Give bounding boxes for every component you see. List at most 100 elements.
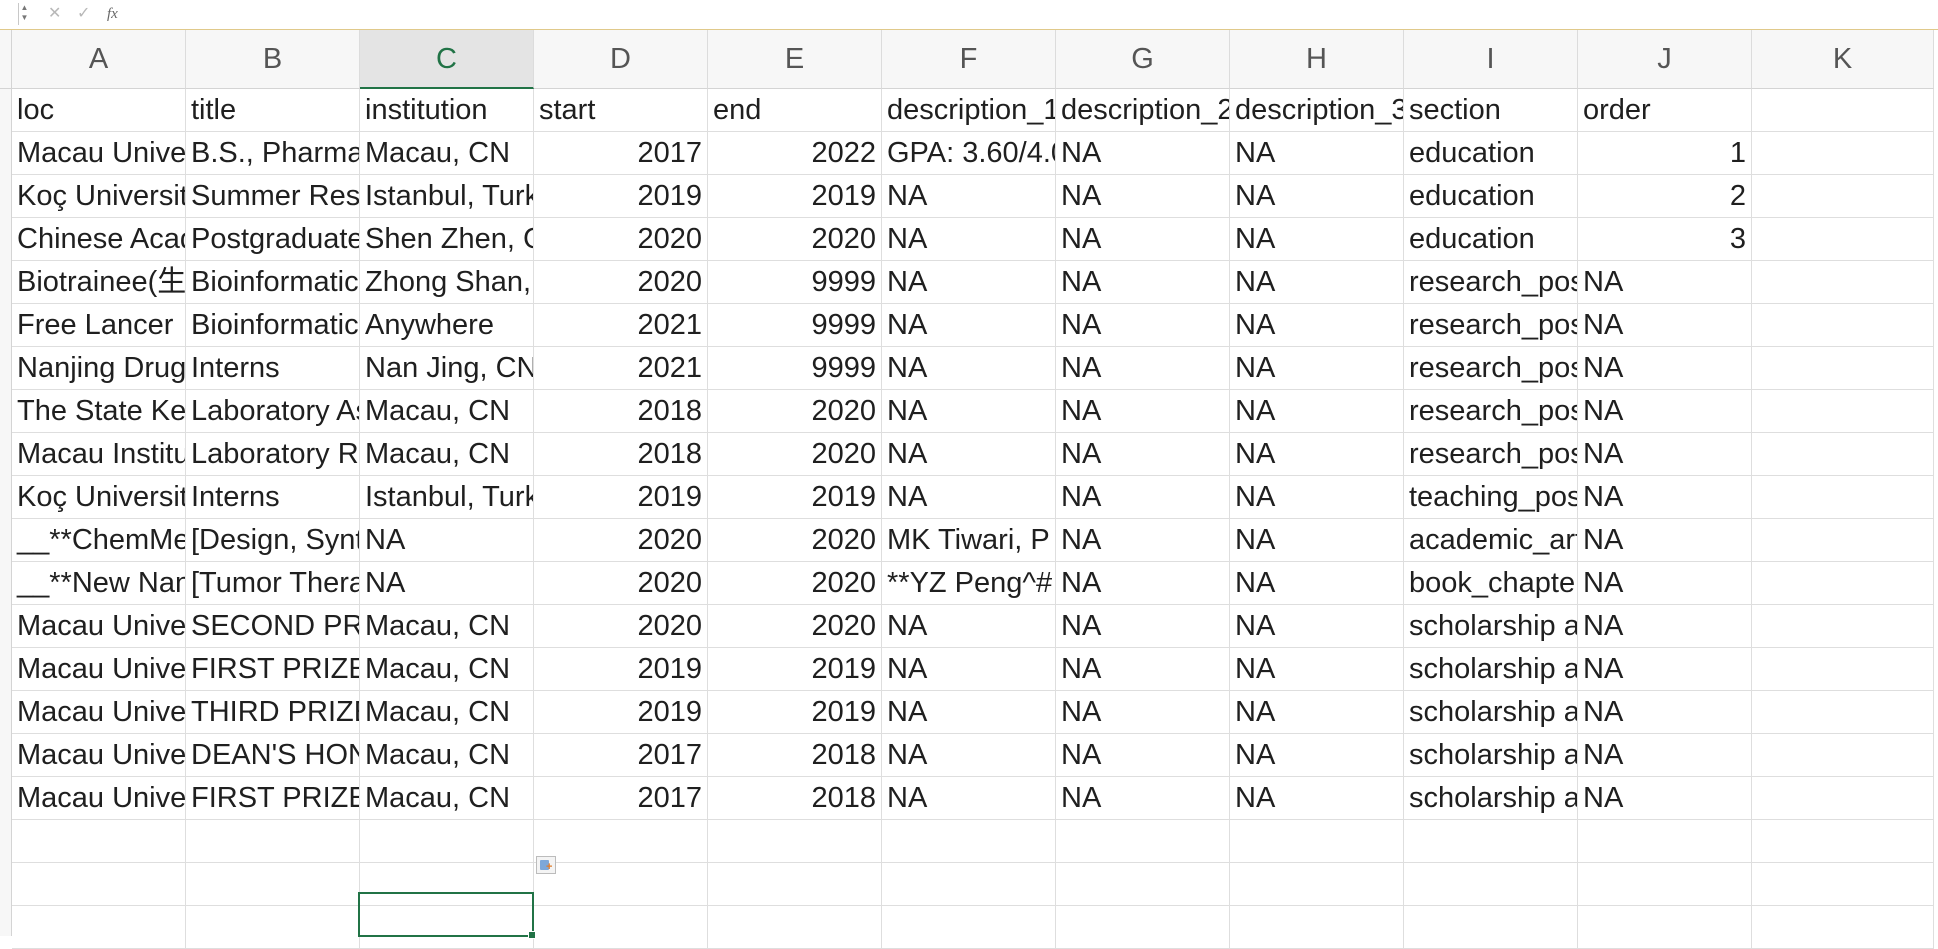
cell-j15[interactable]: NA [1578, 691, 1752, 734]
cell-i7[interactable]: research_positions [1404, 347, 1578, 390]
cell-e4[interactable]: 2020 [708, 218, 882, 261]
cell-k13[interactable] [1752, 605, 1934, 648]
cell-k10[interactable] [1752, 476, 1934, 519]
insert-function-icon[interactable]: fx [107, 3, 118, 25]
cell-a8[interactable]: The State Key [12, 390, 186, 433]
select-all-corner[interactable] [0, 30, 12, 89]
cell-d3[interactable]: 2019 [534, 175, 708, 218]
cell-f6[interactable]: NA [882, 304, 1056, 347]
cell-j5[interactable]: NA [1578, 261, 1752, 304]
cell-h3[interactable]: NA [1230, 175, 1404, 218]
cell-e3[interactable]: 2019 [708, 175, 882, 218]
cell-e19[interactable] [708, 863, 882, 906]
cell-a19[interactable] [12, 863, 186, 906]
cell-g1[interactable]: description_2 [1056, 89, 1230, 132]
cell-c14[interactable]: Macau, CN [360, 648, 534, 691]
cell-k8[interactable] [1752, 390, 1934, 433]
cell-e2[interactable]: 2022 [708, 132, 882, 175]
cell-j6[interactable]: NA [1578, 304, 1752, 347]
cell-h20[interactable] [1230, 906, 1404, 949]
cell-b9[interactable]: Laboratory Research [186, 433, 360, 476]
cell-a16[interactable]: Macau University [12, 734, 186, 777]
cell-k7[interactable] [1752, 347, 1934, 390]
cell-f10[interactable]: NA [882, 476, 1056, 519]
cell-c4[interactable]: Shen Zhen, CN [360, 218, 534, 261]
cell-e9[interactable]: 2020 [708, 433, 882, 476]
cell-f16[interactable]: NA [882, 734, 1056, 777]
cell-a2[interactable]: Macau University of Science and Technolo… [12, 132, 186, 175]
cell-e13[interactable]: 2020 [708, 605, 882, 648]
cell-i18[interactable] [1404, 820, 1578, 863]
cell-f19[interactable] [882, 863, 1056, 906]
cell-g10[interactable]: NA [1056, 476, 1230, 519]
cell-a14[interactable]: Macau University [12, 648, 186, 691]
cell-f1[interactable]: description_1 [882, 89, 1056, 132]
cell-c5[interactable]: Zhong Shan, CN [360, 261, 534, 304]
cell-f20[interactable] [882, 906, 1056, 949]
cell-a1[interactable]: loc [12, 89, 186, 132]
cell-e1[interactable]: end [708, 89, 882, 132]
cell-i16[interactable]: scholarship and awards [1404, 734, 1578, 777]
cell-j19[interactable] [1578, 863, 1752, 906]
cell-c10[interactable]: Istanbul, Turkey [360, 476, 534, 519]
cell-g17[interactable]: NA [1056, 777, 1230, 820]
cell-e17[interactable]: 2018 [708, 777, 882, 820]
cell-k9[interactable] [1752, 433, 1934, 476]
cell-k16[interactable] [1752, 734, 1934, 777]
cell-j13[interactable]: NA [1578, 605, 1752, 648]
cell-e16[interactable]: 2018 [708, 734, 882, 777]
cell-c13[interactable]: Macau, CN [360, 605, 534, 648]
formula-input[interactable] [130, 3, 1938, 25]
cell-b19[interactable] [186, 863, 360, 906]
cell-d2[interactable]: 2017 [534, 132, 708, 175]
cell-e6[interactable]: 9999 [708, 304, 882, 347]
cell-b1[interactable]: title [186, 89, 360, 132]
cell-i6[interactable]: research_positions [1404, 304, 1578, 347]
cell-j8[interactable]: NA [1578, 390, 1752, 433]
cell-f18[interactable] [882, 820, 1056, 863]
cell-e20[interactable] [708, 906, 882, 949]
cell-i3[interactable]: education [1404, 175, 1578, 218]
cell-c2[interactable]: Macau, CN [360, 132, 534, 175]
cell-a4[interactable]: Chinese Academy [12, 218, 186, 261]
column-header-d[interactable]: D [534, 30, 708, 89]
cell-d13[interactable]: 2020 [534, 605, 708, 648]
cell-c7[interactable]: Nan Jing, CN [360, 347, 534, 390]
cell-g5[interactable]: NA [1056, 261, 1230, 304]
cell-k19[interactable] [1752, 863, 1934, 906]
cell-d9[interactable]: 2018 [534, 433, 708, 476]
column-header-g[interactable]: G [1056, 30, 1230, 89]
cell-j17[interactable]: NA [1578, 777, 1752, 820]
cell-a3[interactable]: Koç University [12, 175, 186, 218]
cell-c11[interactable]: NA [360, 519, 534, 562]
cancel-icon[interactable]: ✕ [48, 3, 61, 25]
cell-c1[interactable]: institution [360, 89, 534, 132]
cell-h14[interactable]: NA [1230, 648, 1404, 691]
stepper-down-icon[interactable]: ▼ [19, 13, 30, 23]
cell-i11[interactable]: academic_articles [1404, 519, 1578, 562]
cell-h16[interactable]: NA [1230, 734, 1404, 777]
cell-f8[interactable]: NA [882, 390, 1056, 433]
cell-d17[interactable]: 2017 [534, 777, 708, 820]
cell-f11[interactable]: MK Tiwari, P [882, 519, 1056, 562]
cell-b5[interactable]: Bioinformatics [186, 261, 360, 304]
column-header-e[interactable]: E [708, 30, 882, 89]
column-header-c[interactable]: C [360, 30, 534, 89]
cell-k18[interactable] [1752, 820, 1934, 863]
cell-g14[interactable]: NA [1056, 648, 1230, 691]
cell-k17[interactable] [1752, 777, 1934, 820]
cell-d8[interactable]: 2018 [534, 390, 708, 433]
cell-f2[interactable]: GPA: 3.60/4.0 [882, 132, 1056, 175]
cell-h19[interactable] [1230, 863, 1404, 906]
cell-i10[interactable]: teaching_positions [1404, 476, 1578, 519]
cell-c8[interactable]: Macau, CN [360, 390, 534, 433]
cell-h15[interactable]: NA [1230, 691, 1404, 734]
cell-h5[interactable]: NA [1230, 261, 1404, 304]
cell-j9[interactable]: NA [1578, 433, 1752, 476]
cell-g12[interactable]: NA [1056, 562, 1230, 605]
active-cell-selection[interactable] [358, 892, 536, 939]
cell-e14[interactable]: 2019 [708, 648, 882, 691]
enter-icon[interactable]: ✓ [77, 3, 90, 25]
cell-b11[interactable]: [Design, Synthesis [186, 519, 360, 562]
cell-g19[interactable] [1056, 863, 1230, 906]
